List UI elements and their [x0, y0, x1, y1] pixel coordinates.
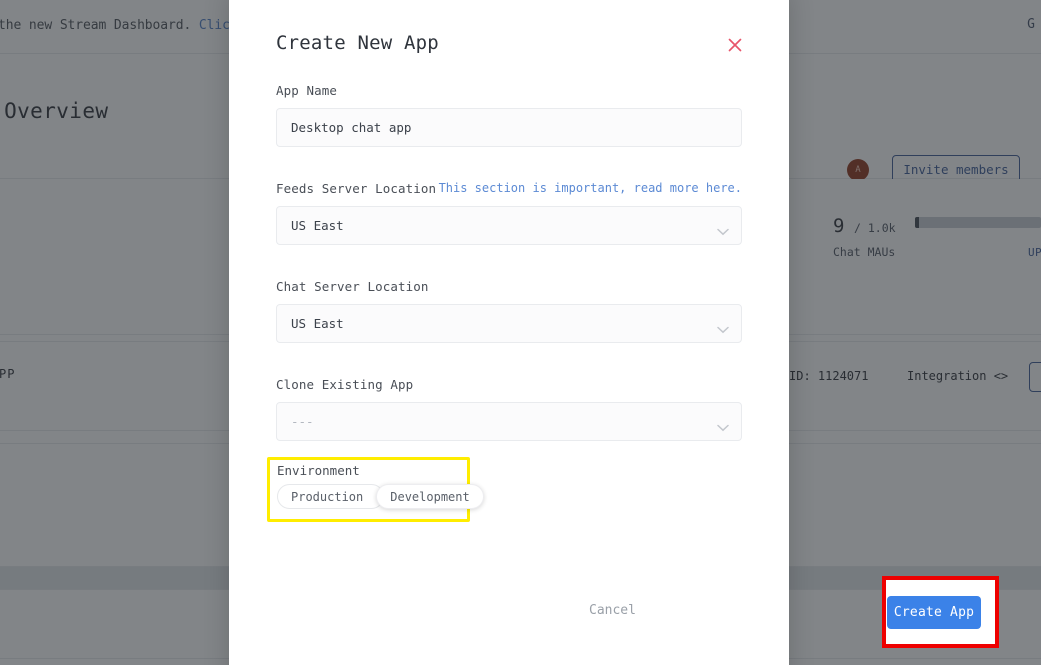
feeds-server-select-wrapper: US East — [276, 206, 742, 245]
feeds-server-field-group: Feeds Server Location This section is im… — [276, 181, 742, 245]
feeds-server-select[interactable]: US East — [276, 206, 742, 245]
modal-title: Create New App — [276, 32, 439, 54]
close-icon[interactable] — [723, 33, 747, 57]
feeds-server-info-link[interactable]: This section is important, read more her… — [439, 181, 742, 195]
clone-app-select[interactable]: --- — [276, 402, 742, 441]
create-new-app-modal: Create New App App Name Feeds Server Loc… — [229, 0, 999, 665]
cancel-button[interactable]: Cancel — [589, 603, 636, 618]
chat-server-label: Chat Server Location — [276, 279, 429, 294]
clone-app-field-group: Clone Existing App --- — [276, 377, 742, 441]
chat-server-select-wrapper: US East — [276, 304, 742, 343]
app-name-input[interactable] — [276, 108, 742, 147]
app-name-field-group: App Name — [276, 83, 742, 147]
screen: the new Stream Dashboard. Click G s Over… — [0, 0, 1041, 665]
environment-option-development[interactable]: Development — [376, 484, 484, 509]
clone-app-select-wrapper: --- — [276, 402, 742, 441]
create-app-button[interactable]: Create App — [887, 596, 981, 629]
environment-label: Environment — [277, 463, 360, 478]
app-name-label: App Name — [276, 83, 338, 98]
chat-server-field-group: Chat Server Location US East — [276, 279, 742, 343]
clone-app-label: Clone Existing App — [276, 377, 414, 392]
chat-server-select[interactable]: US East — [276, 304, 742, 343]
environment-option-production[interactable]: Production — [277, 484, 385, 509]
environment-toggle: Production Development — [277, 484, 484, 509]
